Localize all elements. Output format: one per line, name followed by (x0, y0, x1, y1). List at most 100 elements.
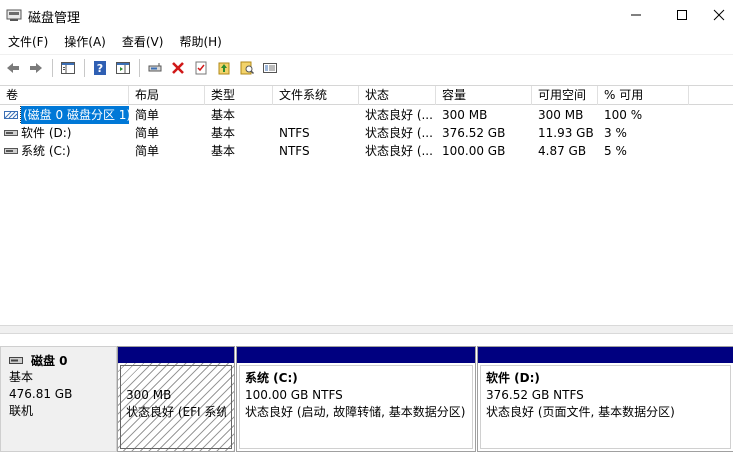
check-button[interactable] (190, 57, 212, 79)
volume-cell[interactable]: 系统 (C:) (0, 142, 129, 160)
partition-status: 状态良好 (EFI 系统分区) (126, 405, 226, 419)
disk-management-icon (6, 9, 22, 21)
percent-free-cell: 3 % (604, 126, 627, 140)
free-space-cell: 300 MB (538, 108, 584, 122)
type-cell: 基本 (211, 126, 236, 140)
menu-view[interactable]: 查看(V) (114, 31, 172, 53)
forward-button[interactable] (25, 57, 47, 79)
filesystem-cell: NTFS (279, 126, 310, 140)
help-button[interactable]: ? (89, 57, 111, 79)
maximize-button[interactable] (659, 0, 705, 30)
close-icon (713, 9, 725, 21)
back-button[interactable] (2, 57, 24, 79)
partition-title: 系统 (C:) (245, 371, 298, 385)
type-cell: 基本 (211, 108, 236, 122)
menu-help[interactable]: 帮助(H) (171, 31, 229, 53)
properties-list-icon (61, 61, 75, 74)
volume-name: (磁盘 0 磁盘分区 1) (19, 106, 129, 124)
status-cell: 状态良好 (... (365, 144, 433, 158)
table-row[interactable]: 系统 (C:) 简单 基本 NTFS 状态良好 (... 100.00 GB 4… (0, 142, 733, 160)
connect-button[interactable] (144, 57, 166, 79)
partition-software-d[interactable]: 软件 (D:) 376.52 GB NTFS 状态良好 (页面文件, 基本数据分… (477, 346, 733, 452)
type-cell: 基本 (211, 144, 236, 158)
capacity-cell: 376.52 GB (442, 126, 506, 140)
filesystem-cell (273, 106, 359, 124)
partition-body: 软件 (D:) 376.52 GB NTFS 状态良好 (页面文件, 基本数据分… (480, 365, 731, 449)
partition-status: 状态良好 (页面文件, 基本数据分区) (486, 405, 675, 419)
disk-info-box[interactable]: 磁盘 0 基本 476.81 GB 联机 (0, 346, 117, 452)
up-button[interactable] (213, 57, 235, 79)
volume-cell[interactable]: (磁盘 0 磁盘分区 1) (0, 106, 129, 124)
capacity-cell: 100.00 GB (442, 144, 506, 158)
maximize-icon (677, 10, 687, 20)
layout-cell: 简单 (135, 144, 160, 158)
status-cell: 状态良好 (... (365, 126, 433, 140)
disk-graphical-view: 磁盘 0 基本 476.81 GB 联机 300 MB 状态良好 (EFI 系统… (0, 334, 733, 462)
partition-title: 软件 (D:) (486, 371, 540, 385)
title-bar: 磁盘管理 (0, 0, 733, 30)
status-cell: 状态良好 (... (365, 108, 433, 122)
partition-system-c[interactable]: 系统 (C:) 100.00 GB NTFS 状态良好 (启动, 故障转储, 基… (236, 346, 476, 452)
partition-header (237, 347, 475, 363)
minimize-button[interactable] (613, 0, 659, 30)
table-row[interactable]: 软件 (D:) 简单 基本 NTFS 状态良好 (... 376.52 GB 1… (0, 124, 733, 142)
disk-size: 476.81 GB (9, 387, 73, 401)
toolbar-separator (52, 58, 53, 77)
drive-icon (4, 148, 18, 154)
menu-bar: 文件(F) 操作(A) 查看(V) 帮助(H) (0, 31, 733, 53)
search-icon (240, 61, 255, 74)
toolbar-separator (84, 58, 85, 77)
delete-button[interactable] (167, 57, 189, 79)
table-row[interactable]: (磁盘 0 磁盘分区 1) 简单 基本 状态良好 (... 300 MB 300… (0, 106, 733, 124)
drive-icon (4, 130, 18, 136)
toolbar: ? (0, 54, 733, 80)
partition-efi[interactable]: 300 MB 状态良好 (EFI 系统分区) (117, 346, 235, 452)
action-pane-button[interactable] (112, 57, 134, 79)
volume-cell[interactable]: 软件 (D:) (0, 124, 129, 142)
svg-text:?: ? (97, 62, 103, 75)
free-space-cell: 4.87 GB (538, 144, 587, 158)
properties-panel-icon (116, 61, 130, 74)
close-button[interactable] (705, 0, 733, 30)
partition-body: 300 MB 状态良好 (EFI 系统分区) (120, 365, 232, 449)
back-icon (7, 62, 19, 73)
toolbar-separator (139, 58, 140, 77)
column-header-free-space[interactable]: 可用空间 (532, 86, 598, 105)
disk-title: 磁盘 0 (9, 351, 108, 369)
menu-file[interactable]: 文件(F) (0, 31, 56, 53)
console-icon (263, 62, 277, 73)
column-header-filesystem[interactable]: 文件系统 (273, 86, 359, 105)
up-icon (218, 62, 230, 74)
menu-action[interactable]: 操作(A) (56, 31, 114, 53)
disk-state: 联机 (9, 404, 34, 418)
partition-size: 376.52 GB NTFS (486, 388, 584, 402)
column-header-status[interactable]: 状态 (359, 86, 436, 105)
partition-header (118, 347, 234, 363)
search-button[interactable] (236, 57, 258, 79)
volume-table: 卷 布局 类型 文件系统 状态 容量 可用空间 % 可用 (磁盘 0 磁盘分区 … (0, 85, 733, 160)
column-header-type[interactable]: 类型 (205, 86, 273, 105)
console-button[interactable] (259, 57, 281, 79)
percent-free-cell: 100 % (604, 108, 643, 122)
disk-icon (9, 356, 23, 364)
forward-icon (30, 62, 42, 73)
show-hide-tree-button[interactable] (57, 57, 79, 79)
column-header-capacity[interactable]: 容量 (436, 86, 532, 105)
table-header: 卷 布局 类型 文件系统 状态 容量 可用空间 % 可用 (0, 85, 733, 105)
delete-icon (172, 61, 184, 74)
check-icon (195, 61, 207, 74)
disk-type: 基本 (9, 370, 34, 384)
partition-size: 100.00 GB NTFS (245, 388, 343, 402)
volume-name: 软件 (D:) (21, 126, 72, 140)
percent-free-cell: 5 % (604, 144, 627, 158)
partition-body: 系统 (C:) 100.00 GB NTFS 状态良好 (启动, 故障转储, 基… (239, 365, 473, 449)
pane-splitter[interactable] (0, 325, 733, 334)
column-header-volume[interactable]: 卷 (0, 86, 129, 105)
column-header-percent-free[interactable]: % 可用 (598, 86, 689, 105)
disk-name: 磁盘 0 (31, 353, 68, 368)
partition-title (126, 370, 226, 387)
filesystem-cell: NTFS (279, 144, 310, 158)
free-space-cell: 11.93 GB (538, 126, 594, 140)
layout-cell: 简单 (135, 108, 160, 122)
column-header-layout[interactable]: 布局 (129, 86, 205, 105)
